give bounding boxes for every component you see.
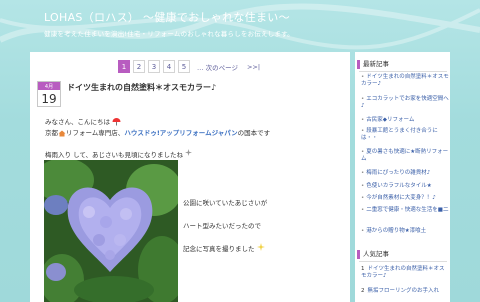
recent-post-link[interactable]: • 古民家◆リフォーム: [361, 117, 449, 124]
page-1-button[interactable]: 1: [118, 60, 130, 73]
recent-post-link[interactable]: • 梅雨にぴったりの雑貨材♪: [361, 170, 449, 177]
page-2-button[interactable]: 2: [133, 60, 145, 73]
weather-line: 梅雨入り して、あじさいも見頃になりましたね: [45, 149, 193, 159]
recent-post-link[interactable]: • 今が自然素材に大変身？！♪: [361, 195, 449, 202]
popular-post-link[interactable]: 2 無垢フローリングのお手入れ: [361, 288, 449, 295]
page-4-button[interactable]: 4: [163, 60, 175, 73]
post-title[interactable]: ドイツ生まれの自然塗料＊オスモカラー♪: [67, 82, 216, 93]
umbrella-icon: [112, 118, 121, 126]
caption-line-3: 記念に写真を撮りました: [183, 243, 265, 253]
next-page-link[interactable]: … 次のページ: [197, 62, 238, 72]
hydrangea-photo: [44, 160, 178, 302]
site-title[interactable]: LOHAS（ロハス） 〜健康でおしゃれな住まい〜: [44, 9, 290, 25]
recent-post-link[interactable]: • 港からの贈り物★漆喰土: [361, 228, 449, 235]
site-subtitle: 健康を考えた住まいを演出!住宅・リフォームのおしゃれな暮らしをお伝えします。: [44, 30, 294, 38]
sidebar: [355, 52, 450, 302]
recent-post-link[interactable]: • ドイツ生まれの自然塗料＊オスモカラー♪: [361, 74, 449, 88]
recent-post-link[interactable]: • 夏の暑さも快適に★断熱リフォーム: [361, 149, 449, 163]
popular-posts-heading: 人気記事: [357, 250, 389, 259]
post-date-day: 19: [41, 91, 57, 106]
house-icon: [58, 130, 66, 136]
sparkle-icon: [185, 149, 193, 156]
recent-post-link[interactable]: • エコカラットでお家を快適空間へ♪: [361, 96, 449, 110]
recent-post-link[interactable]: • 段暴工館とうまく付き合うには・・: [361, 128, 449, 142]
caption-line-1: 公園に咲いていたあじさいが: [183, 199, 268, 207]
page-3-button[interactable]: 3: [148, 60, 160, 73]
greeting-line: みなさん、こんにちは: [45, 116, 121, 126]
caption-line-2: ハート型みたいだったので: [183, 222, 261, 230]
sparkle-icon: [256, 243, 265, 251]
popular-post-link[interactable]: 1 ドイツ生まれの自然塗料＊オスモカラー♪: [361, 266, 449, 280]
last-page-link[interactable]: >>|: [247, 63, 260, 71]
recent-post-link[interactable]: • 二重窓で健康・快適な生活を■二: [361, 207, 449, 214]
pagination: 1 2 3 4 5 … 次のページ >>|: [118, 60, 260, 73]
post-date-badge: 4月 19: [37, 81, 61, 107]
sidebar-divider: [359, 261, 447, 262]
post-date-month: 4月: [38, 82, 60, 90]
sidebar-divider: [359, 71, 447, 72]
recent-posts-heading: 最新記事: [357, 60, 389, 69]
recent-post-link[interactable]: • 色使いカラフルなタイル★: [361, 183, 449, 190]
page-5-button[interactable]: 5: [178, 60, 190, 73]
intro-line: 京都 リフォーム専門店、ハウスドゥ!アップリフォームジャパンの国本です: [45, 129, 271, 137]
company-link[interactable]: ハウスドゥ!アップリフォームジャパン: [124, 129, 237, 137]
